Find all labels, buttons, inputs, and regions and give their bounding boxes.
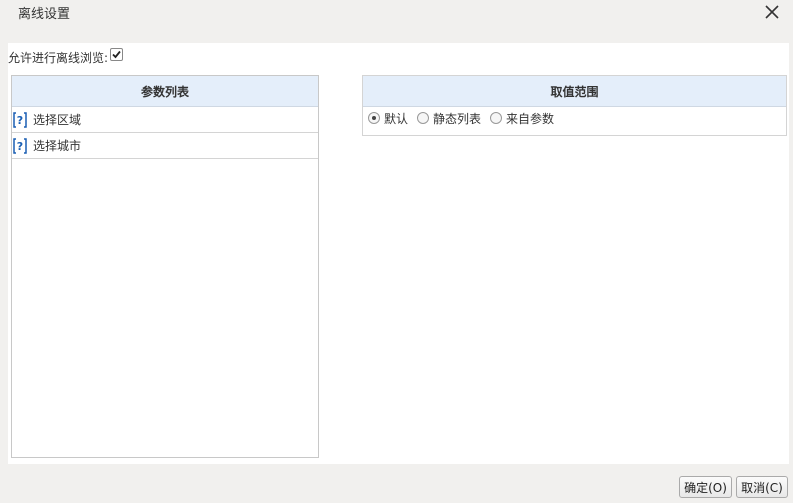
param-list-panel: 参数列表 ? 选择区域 ? 选择城市 <box>11 75 319 458</box>
dialog-title: 离线设置 <box>18 7 71 22</box>
radio-static-list[interactable]: 静态列表 <box>417 110 481 127</box>
list-item[interactable]: ? 选择城市 <box>12 133 318 159</box>
value-range-panel: 取值范围 默认 静态列表 来自参数 <box>362 75 787 136</box>
radio-button[interactable] <box>417 112 430 124</box>
checkmark-icon <box>112 50 121 58</box>
list-item-label: 选择区域 <box>33 113 82 127</box>
close-icon[interactable] <box>763 3 781 21</box>
dialog-content: 允许进行离线浏览: 参数列表 ? 选择区域 ? 选择城市 取值范围 默认 静态列… <box>8 43 789 464</box>
radio-button[interactable] <box>368 112 380 124</box>
list-item-label: 选择城市 <box>33 139 82 153</box>
param-list-header: 参数列表 <box>12 76 318 107</box>
allow-offline-label: 允许进行离线浏览: <box>8 50 109 65</box>
allow-offline-row: 允许进行离线浏览: <box>8 47 124 65</box>
svg-text:?: ? <box>17 140 23 153</box>
radio-button[interactable] <box>490 112 503 124</box>
list-item[interactable]: ? 选择区域 <box>12 107 318 133</box>
radio-label: 来自参数 <box>506 111 555 126</box>
question-icon: ? <box>13 111 27 128</box>
radio-label: 默认 <box>384 111 409 126</box>
value-range-header: 取值范围 <box>363 76 786 107</box>
ok-button[interactable]: 确定(O) <box>679 476 732 498</box>
allow-offline-checkbox[interactable] <box>110 47 124 61</box>
dialog-titlebar: 离线设置 <box>0 0 793 30</box>
question-icon: ? <box>13 137 27 154</box>
svg-text:?: ? <box>17 114 23 127</box>
radio-label: 静态列表 <box>433 111 482 126</box>
value-range-options: 默认 静态列表 来自参数 <box>363 107 786 129</box>
cancel-button[interactable]: 取消(C) <box>736 476 788 498</box>
radio-default[interactable]: 默认 <box>368 110 408 127</box>
radio-from-param[interactable]: 来自参数 <box>490 110 554 127</box>
